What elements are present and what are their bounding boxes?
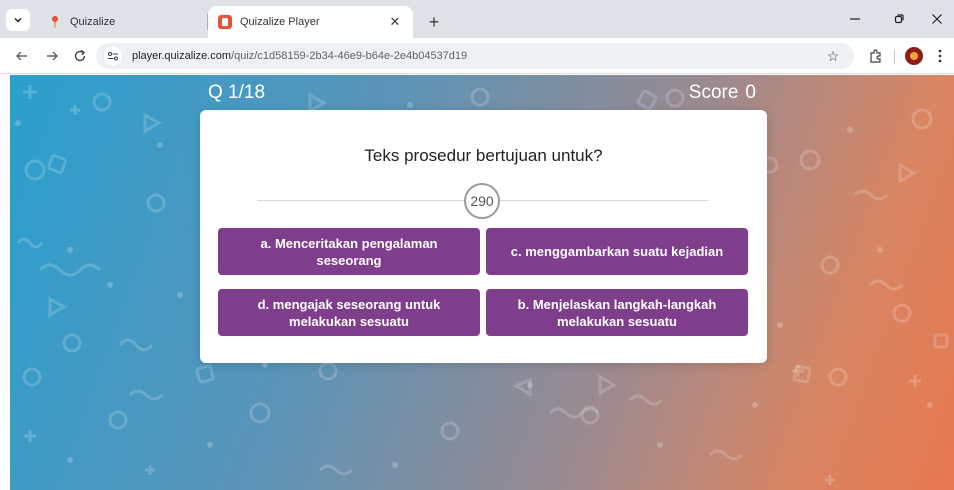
question-text: Teks prosedur bertujuan untuk? <box>364 146 603 165</box>
answer-option-d[interactable]: d. mengajak seseorang untuk melakukan se… <box>218 289 480 336</box>
tab-quizalize-player[interactable]: Quizalize Player ✕ <box>208 6 413 38</box>
extensions-puzzle-icon[interactable] <box>866 46 886 66</box>
tab-title: Quizalize Player <box>240 16 320 28</box>
tab-search-button[interactable] <box>6 9 30 31</box>
minimize-icon[interactable] <box>840 8 870 30</box>
more-menu-icon[interactable] <box>930 46 950 66</box>
browser-tab-bar: Quizalize ✕ Quizalize Player ✕ + <box>0 0 954 38</box>
bookmark-star-icon[interactable]: ☆ <box>824 47 842 65</box>
score-value: 0 <box>745 82 756 103</box>
quizalize-icon <box>48 15 62 29</box>
reload-icon[interactable] <box>70 46 90 66</box>
question-card: Teks prosedur bertujuan untuk? 290 a. Me… <box>200 110 767 363</box>
tab-title: Quizalize <box>70 16 116 28</box>
toolbar-divider <box>894 50 895 64</box>
profile-avatar[interactable] <box>905 47 923 65</box>
countdown-timer: 290 <box>464 183 500 219</box>
close-icon[interactable]: ✕ <box>387 14 403 30</box>
question-counter: Q 1/18 <box>208 82 266 103</box>
url-path: /quiz/c1d58159-2b34-46e9-b64e-2e4b04537d… <box>231 50 468 62</box>
timer-line-right <box>500 200 708 201</box>
score-label: Score <box>688 82 739 103</box>
restore-icon[interactable] <box>884 8 914 30</box>
answer-option-b[interactable]: b. Menjelaskan langkah-langkah melakukan… <box>486 289 748 336</box>
quizalize-player-icon <box>218 15 232 29</box>
timer-line-left <box>257 200 464 201</box>
url-text: player.quizalize.com/quiz/c1d58159-2b34-… <box>132 50 467 62</box>
score-display: Score 0 <box>689 82 756 104</box>
chevron-down-icon <box>14 17 22 23</box>
browser-toolbar: player.quizalize.com/quiz/c1d58159-2b34-… <box>0 38 954 74</box>
url-host: player.quizalize.com <box>132 50 232 62</box>
site-info-icon[interactable] <box>104 47 122 65</box>
back-arrow-icon[interactable] <box>12 46 32 66</box>
close-window-icon[interactable] <box>922 8 952 30</box>
address-bar[interactable]: player.quizalize.com/quiz/c1d58159-2b34-… <box>96 43 854 69</box>
quiz-player-page: Q 1/18 Score 0 Teks prosedur bertujuan u… <box>10 75 954 490</box>
new-tab-plus-icon[interactable]: + <box>424 12 444 32</box>
forward-arrow-icon[interactable] <box>42 46 62 66</box>
answer-option-a[interactable]: a. Menceritakan pengalaman seseorang <box>218 228 480 275</box>
answer-option-c[interactable]: c. menggambarkan suatu kejadian <box>486 228 748 275</box>
